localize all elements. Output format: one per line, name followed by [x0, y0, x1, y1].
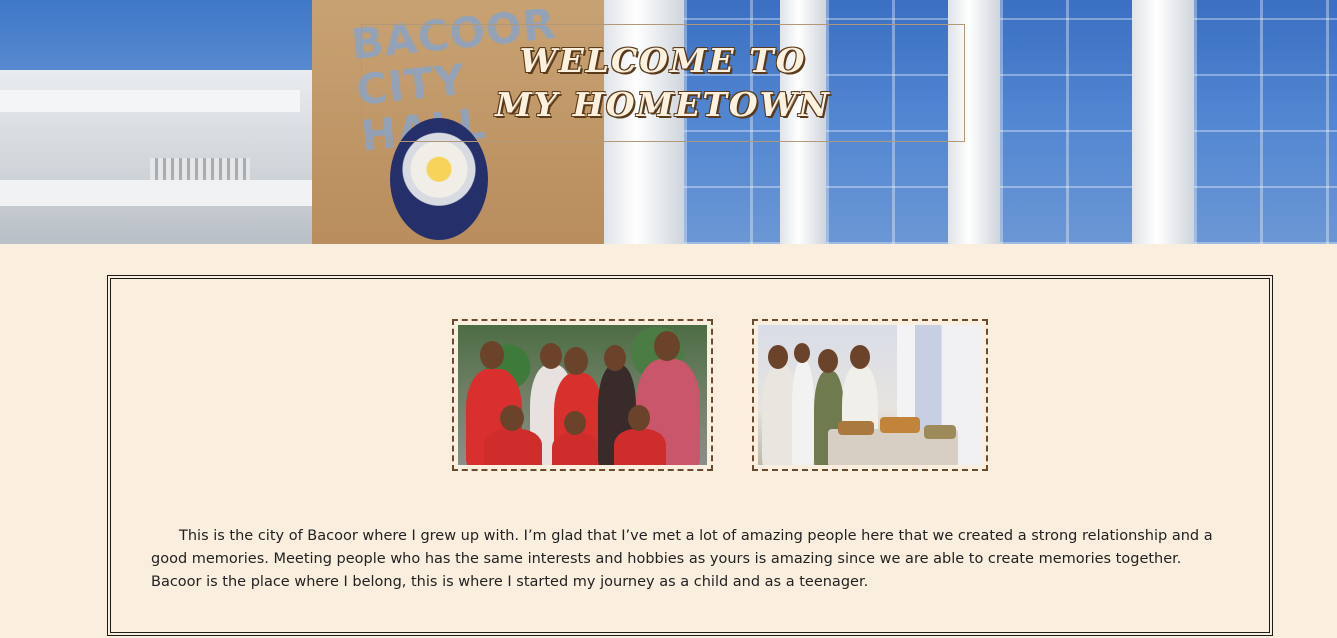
page-title: Welcome to my hometown: [495, 41, 831, 124]
building-wing: [0, 70, 320, 244]
group-photo: [758, 325, 982, 465]
glass-facade: [1194, 0, 1337, 244]
hometown-description: This is the city of Bacoor where I grew …: [151, 528, 1213, 590]
photo-frame: [752, 319, 988, 471]
glass-facade: [1000, 0, 1132, 244]
group-photo: [458, 325, 707, 465]
content-panel: This is the city of Bacoor where I grew …: [107, 275, 1273, 636]
hero-banner: BACOOR CITY HALL Welcome to my hometown: [0, 0, 1337, 244]
photo-frame: [452, 319, 713, 471]
building-pillar: [1132, 0, 1194, 244]
title-frame: Welcome to my hometown: [361, 24, 965, 142]
